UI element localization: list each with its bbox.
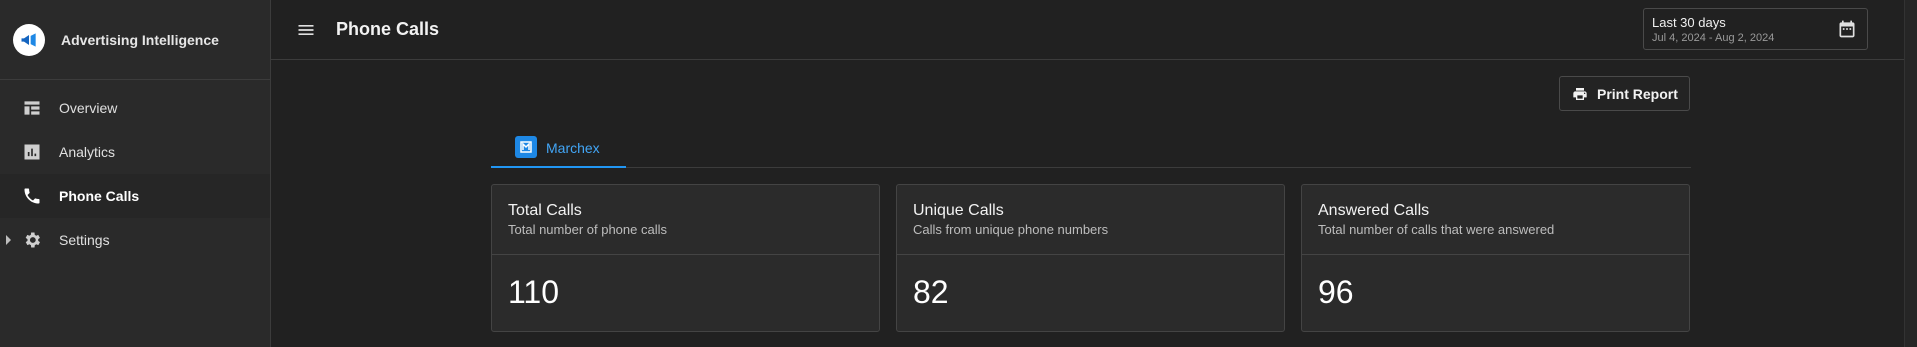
provider-tabs: Marchex [491, 132, 1691, 168]
sidebar-item-analytics[interactable]: Analytics [0, 130, 270, 174]
table-icon [24, 101, 40, 115]
card-subtitle: Calls from unique phone numbers [913, 222, 1109, 237]
sidebar-item-label: Analytics [59, 144, 116, 160]
sidebar: Advertising Intelligence Overview Analyt… [0, 0, 271, 347]
card-value: 82 [913, 274, 949, 310]
card-header: Unique Calls Calls from unique phone num… [897, 185, 1284, 255]
card-title: Total Calls [508, 202, 582, 219]
print-report-button[interactable]: Print Report [1559, 76, 1690, 111]
sidebar-item-label: Overview [59, 100, 118, 116]
sidebar-item-phone-calls[interactable]: Phone Calls [0, 174, 270, 218]
answered-calls-card: Answered Calls Total number of calls tha… [1301, 184, 1690, 332]
card-title: Answered Calls [1318, 202, 1430, 219]
total-calls-card: Total Calls Total number of phone calls … [491, 184, 880, 332]
calendar-icon [1839, 20, 1855, 38]
brand[interactable]: Advertising Intelligence [0, 0, 270, 80]
sidebar-item-label: Phone Calls [59, 188, 140, 204]
print-report-label: Print Report [1597, 86, 1678, 102]
caret-right-icon[interactable] [6, 235, 11, 245]
card-subtitle: Total number of calls that were answered [1318, 222, 1555, 237]
sidebar-nav: Overview Analytics Phone Calls Settings [0, 80, 270, 262]
date-range-dates: Jul 4, 2024 - Aug 2, 2024 [1652, 32, 1775, 44]
sidebar-item-overview[interactable]: Overview [0, 86, 270, 130]
marchex-logo-icon [515, 136, 537, 158]
sidebar-item-settings[interactable]: Settings [0, 218, 270, 262]
card-header: Answered Calls Total number of calls tha… [1302, 185, 1689, 255]
card-value: 96 [1318, 274, 1354, 310]
card-header: Total Calls Total number of phone calls [492, 185, 879, 255]
scrollbar[interactable] [1904, 0, 1917, 347]
hamburger-menu-icon[interactable] [296, 20, 316, 40]
bar-chart-icon [24, 144, 40, 160]
page-title: Phone Calls [336, 19, 440, 39]
date-range-label: Last 30 days [1652, 15, 1726, 30]
brand-name: Advertising Intelligence [61, 31, 219, 48]
card-value: 110 [508, 274, 560, 310]
printer-icon [1573, 88, 1587, 100]
unique-calls-card: Unique Calls Calls from unique phone num… [896, 184, 1285, 332]
card-subtitle: Total number of phone calls [508, 222, 667, 237]
tab-label: Marchex [546, 140, 600, 156]
megaphone-logo-icon [13, 23, 45, 56]
sidebar-item-label: Settings [59, 232, 110, 248]
phone-icon [24, 188, 40, 204]
date-range-picker[interactable]: Last 30 days Jul 4, 2024 - Aug 2, 2024 [1643, 8, 1868, 50]
gear-icon [25, 232, 40, 248]
tab-marchex[interactable]: Marchex [491, 132, 626, 168]
card-title: Unique Calls [913, 202, 1004, 219]
